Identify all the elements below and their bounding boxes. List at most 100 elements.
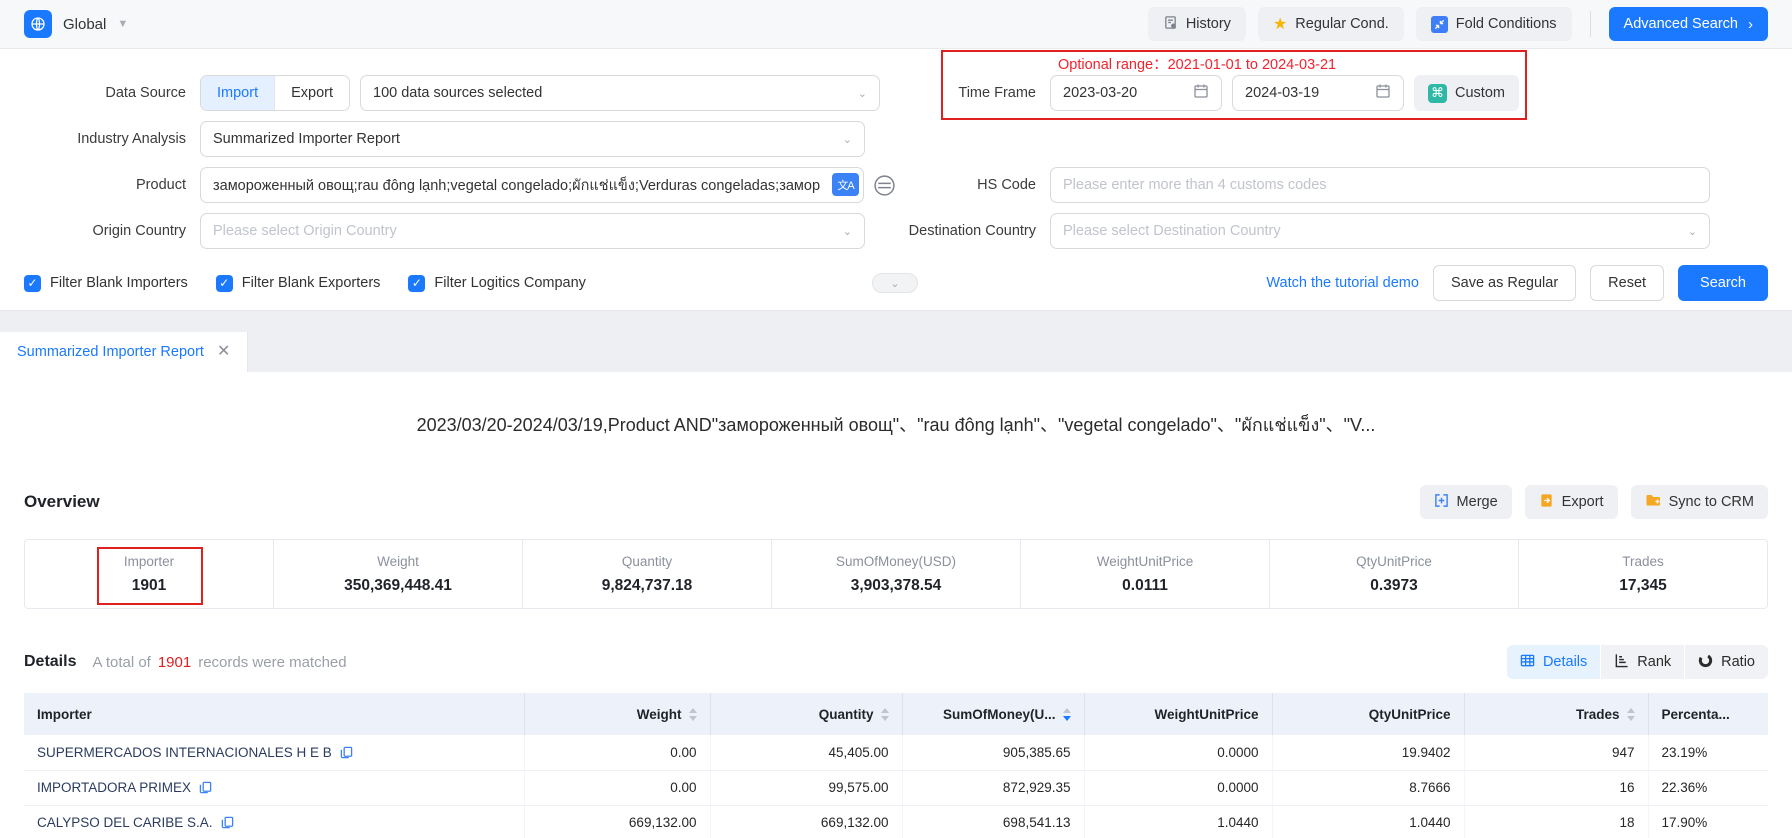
filter-logitics-company-checkbox[interactable]: ✓ Filter Logitics Company [408,275,586,292]
match-suffix: records were matched [198,654,346,671]
star-icon: ★ [1273,14,1287,34]
product-input[interactable] [200,167,864,203]
tab-summarized-importer-report[interactable]: Summarized Importer Report ✕ [0,332,248,372]
rank-icon [1614,653,1629,672]
industry-analysis-select[interactable]: Summarized Importer Report ⌄ [200,121,865,157]
history-button[interactable]: History [1148,7,1246,41]
view-ratio-button[interactable]: Ratio [1684,645,1768,679]
sort-icon [689,708,697,721]
column-header-quantity[interactable]: Quantity [710,693,902,735]
time-frame-label: Time Frame [896,85,1036,101]
filter-logitics-company-label: Filter Logitics Company [434,275,586,291]
reset-button[interactable]: Reset [1590,265,1664,301]
translate-toggle-icon[interactable] [873,174,896,197]
column-label: Weight [637,707,682,722]
stat-value: 3,903,378.54 [851,577,942,595]
sync-to-crm-button[interactable]: Sync to CRM [1631,485,1768,519]
fold-icon [1431,16,1448,33]
filter-blank-importers-label: Filter Blank Importers [50,275,188,291]
regular-cond-label: Regular Cond. [1295,16,1389,32]
close-icon[interactable]: ✕ [217,344,230,360]
stat-sum-of-money: SumOfMoney(USD) 3,903,378.54 [771,540,1020,608]
column-header-trades[interactable]: Trades [1464,693,1648,735]
search-button[interactable]: Search [1678,265,1768,301]
globe-icon [24,10,52,38]
copy-icon[interactable] [199,781,212,794]
ratio-icon [1698,653,1713,672]
export-icon [1539,493,1554,512]
cell-weight-unit-price: 0.0000 [1084,735,1272,770]
stat-qty-unit-price: QtyUnitPrice 0.3973 [1269,540,1518,608]
cell-percentage: 23.19% [1648,735,1768,770]
data-sources-select[interactable]: 100 data sources selected ⌄ [360,75,880,111]
date-end-input[interactable]: 2024-03-19 [1232,75,1404,111]
overview-heading: Overview [24,492,100,512]
cell-quantity: 99,575.00 [710,770,902,805]
column-header-weight-unit-price[interactable]: WeightUnitPrice [1084,693,1272,735]
chevron-down-icon: ⌄ [843,225,852,238]
translate-badge-icon[interactable]: 文A [832,173,859,196]
filter-blank-exporters-checkbox[interactable]: ✓ Filter Blank Exporters [216,275,381,292]
column-header-percentage[interactable]: Percenta... [1648,693,1768,735]
table-icon [1520,653,1535,672]
fold-conditions-button[interactable]: Fold Conditions [1416,7,1572,41]
cell-trades: 947 [1464,735,1648,770]
column-header-qty-unit-price[interactable]: QtyUnitPrice [1272,693,1464,735]
column-header-sum-of-money[interactable]: SumOfMoney(U... [902,693,1084,735]
view-details-label: Details [1543,654,1587,670]
region-selector[interactable]: Global ▼ [24,10,128,38]
chevron-down-icon: ⌄ [843,133,852,146]
export-button[interactable]: Export [1525,485,1618,519]
export-toggle[interactable]: Export [274,76,349,110]
destination-country-select[interactable]: Please select Destination Country ⌄ [1050,213,1710,249]
copy-icon[interactable] [221,816,234,829]
cell-trades: 18 [1464,805,1648,838]
details-header: Details A total of1901records were match… [0,609,1792,693]
tutorial-link[interactable]: Watch the tutorial demo [1266,275,1419,291]
column-header-importer[interactable]: Importer [24,693,524,735]
advanced-search-button[interactable]: Advanced Search › [1609,7,1768,41]
stat-quantity: Quantity 9,824,737.18 [522,540,771,608]
form-row-2: Industry Analysis Summarized Importer Re… [24,121,1768,157]
regular-cond-button[interactable]: ★ Regular Cond. [1258,7,1404,41]
topbar-actions: History ★ Regular Cond. Fold Conditions … [1148,7,1768,41]
merge-button[interactable]: Merge [1420,485,1512,519]
collapse-form-button[interactable]: ⌄ [872,273,918,293]
match-prefix: A total of [92,654,150,671]
checkbox-checked-icon: ✓ [216,275,233,292]
custom-range-button[interactable]: ⌘ Custom [1414,75,1519,111]
origin-country-select[interactable]: Please select Origin Country ⌄ [200,213,865,249]
copy-icon[interactable] [340,746,353,759]
industry-analysis-label: Industry Analysis [24,131,186,147]
report-content: 2023/03/20-2024/03/19,Product AND"заморо… [0,372,1792,838]
cell-weight: 669,132.00 [524,805,710,838]
filter-checkboxes: ✓ Filter Blank Importers ✓ Filter Blank … [24,275,872,292]
stat-value: 9,824,737.18 [602,577,693,595]
view-rank-button[interactable]: Rank [1600,645,1684,679]
importer-link[interactable]: IMPORTADORA PRIMEX [37,780,511,795]
column-label: Percenta... [1662,707,1730,722]
cell-percentage: 22.36% [1648,770,1768,805]
divider [1590,11,1591,37]
origin-country-placeholder: Please select Origin Country [213,223,397,239]
stat-value: 0.3973 [1370,577,1417,595]
date-start-input[interactable]: 2023-03-20 [1050,75,1222,111]
chevron-down-icon: ⌄ [1688,225,1697,238]
hs-code-input[interactable] [1050,167,1710,203]
details-heading: Details [24,653,76,671]
import-toggle[interactable]: Import [201,76,274,110]
importer-link[interactable]: SUPERMERCADOS INTERNACIONALES H E B [37,745,511,760]
column-header-weight[interactable]: Weight [524,693,710,735]
date-start-value: 2023-03-20 [1063,85,1137,101]
column-label: Quantity [819,707,874,722]
cell-sum: 698,541.13 [902,805,1084,838]
filter-blank-importers-checkbox[interactable]: ✓ Filter Blank Importers [24,275,188,292]
importer-link[interactable]: CALYPSO DEL CARIBE S.A. [37,815,511,830]
cell-weight-unit-price: 0.0000 [1084,770,1272,805]
table-row: SUPERMERCADOS INTERNACIONALES H E B 0.00… [24,735,1768,770]
save-as-regular-button[interactable]: Save as Regular [1433,265,1576,301]
sync-crm-icon [1645,492,1661,512]
date-end-value: 2024-03-19 [1245,85,1319,101]
query-summary-title: 2023/03/20-2024/03/19,Product AND"заморо… [0,372,1792,439]
view-details-button[interactable]: Details [1507,645,1600,679]
